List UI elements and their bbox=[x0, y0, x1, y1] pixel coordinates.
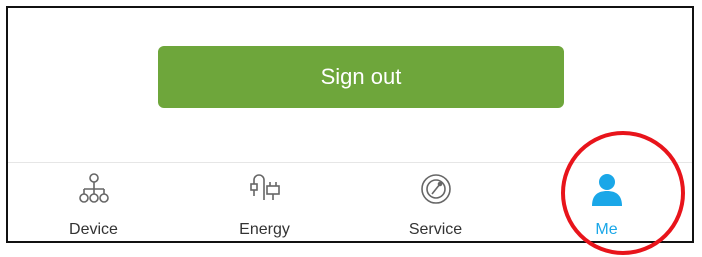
service-icon bbox=[418, 171, 454, 207]
tab-service[interactable]: Service bbox=[350, 163, 521, 243]
energy-icon bbox=[247, 171, 283, 207]
tab-energy-label: Energy bbox=[239, 221, 290, 238]
bottom-tab-bar: Device Energy Service Me bbox=[8, 163, 692, 243]
tab-service-label: Service bbox=[408, 221, 463, 238]
sign-out-button[interactable]: Sign out bbox=[158, 46, 564, 108]
tab-energy[interactable]: Energy bbox=[179, 163, 350, 243]
tab-me[interactable]: Me bbox=[521, 163, 692, 243]
device-tree-icon bbox=[76, 171, 112, 207]
tab-device-label: Device bbox=[69, 221, 118, 238]
person-icon bbox=[589, 171, 625, 207]
tab-me-label: Me bbox=[595, 221, 618, 238]
main-content: Sign out bbox=[8, 8, 692, 162]
app-window: Sign out Device Energy Service Me bbox=[6, 6, 694, 243]
tab-device[interactable]: Device bbox=[8, 163, 179, 243]
